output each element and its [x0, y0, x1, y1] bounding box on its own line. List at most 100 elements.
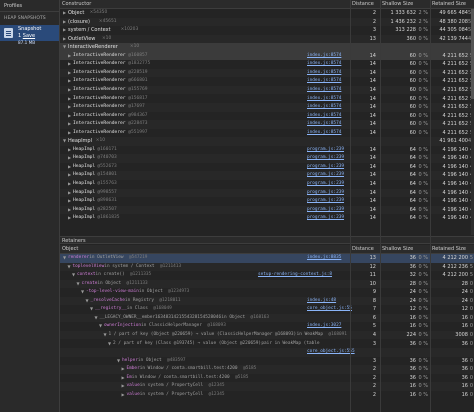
table-row[interactable]: ▶ HeapImpl @160171 program.js:239 14 64 0 % 4 1… — [60, 146, 474, 155]
source-link[interactable]: index.js:8574 — [307, 60, 341, 69]
retainer-row[interactable]: ▼ renderer in OutletView @547219 index.js:… — [60, 254, 474, 263]
source-link[interactable]: index.js:8574 — [307, 129, 341, 138]
table-row[interactable]: ▶ HeapImpl @1861835 program.js:239 14 64 0 % 4 … — [60, 214, 474, 223]
expand-triangle-icon[interactable]: ▶ — [68, 52, 71, 61]
table-row[interactable]: ▶Object×5435021 333 6322 %49 665 48457 — [60, 9, 474, 18]
retainer-row[interactable]: ▼ create in Object @1211133 10 28 0 % 28 0 — [60, 279, 474, 289]
col-constructor[interactable]: Constructor — [62, 0, 91, 9]
retainer-row[interactable]: ▶ value in system / PropertyCell @12345 2 1… — [60, 382, 474, 391]
table-row[interactable]: ▶ HeapImpl @898631 program.js:239 14 64 0 % 4 1… — [60, 197, 474, 206]
retainer-source-link[interactable]: core_object.js:55 — [307, 305, 352, 314]
source-link[interactable]: index.js:8574 — [307, 103, 341, 112]
retainer-row[interactable]: ▼ helper in Object @483597 3 36 0 % 36 0 — [60, 357, 474, 366]
table-row[interactable]: ▶ InteractiveRenderer @155769 index.js:8574… — [60, 85, 474, 95]
source-link[interactable]: program.js:239 — [307, 180, 344, 189]
collapse-triangle-icon[interactable]: ▼ — [81, 288, 84, 297]
retainer-source-link[interactable]: setup-rendering-context.js:8 — [258, 271, 332, 280]
col-ret-retained[interactable]: Retained Size — [432, 245, 466, 254]
retainer-row[interactable]: ▼ __LEGACY_OWNER__ember163483142155432815… — [60, 313, 474, 323]
source-link[interactable]: program.js:239 — [307, 154, 344, 163]
table-row[interactable]: ▼ InteractiveRenderer ×10 — [60, 43, 474, 52]
expand-triangle-icon[interactable]: ▶ — [63, 18, 66, 27]
collapse-triangle-icon[interactable]: ▼ — [117, 357, 120, 366]
table-row[interactable]: ▶ HeapImpl @552673 program.js:239 14 64 0 % 4 1… — [60, 163, 474, 172]
table-row[interactable]: ▶ HeapImpl @740703 program.js:239 14 64 0 % 4 1… — [60, 154, 474, 163]
snapshot-item[interactable]: Snapshot 1 Save 87.1 MB — [0, 25, 59, 45]
expand-triangle-icon[interactable]: ▶ — [68, 197, 71, 206]
collapse-triangle-icon[interactable]: ▼ — [90, 305, 93, 314]
table-row[interactable]: ▶ HeapImpl @154801 program.js:239 14 64 0 % 4 1… — [60, 171, 474, 180]
table-row[interactable]: ▶ HeapImpl @998557 program.js:239 14 64 0 % 4 1… — [60, 188, 474, 198]
table-row[interactable]: ▶ InteractiveRenderer @551997 index.js:8574… — [60, 129, 474, 138]
table-row[interactable]: ▶ InteractiveRenderer @666801 index.js:8574… — [60, 77, 474, 86]
table-row[interactable]: ▶(closure)×4565121 436 2322 %48 380 2085… — [60, 17, 474, 27]
retainer-row[interactable]: ▼ _resolveCache in Registry @1218011 index… — [60, 296, 474, 306]
collapse-triangle-icon[interactable]: ▼ — [99, 322, 102, 331]
retainer-source-link[interactable]: index.js:3027 — [307, 322, 341, 331]
table-row[interactable]: ▶ system / Context ×10203 3 313 228 0 % 44 305… — [60, 26, 474, 35]
retainer-row[interactable]: ▶ value in system / PropertyCell @12345 2 1… — [60, 391, 474, 400]
expand-triangle-icon[interactable]: ▶ — [68, 163, 71, 172]
expand-triangle-icon[interactable]: ▶ — [68, 86, 71, 95]
expand-triangle-icon[interactable]: ▶ — [68, 112, 71, 121]
expand-triangle-icon[interactable]: ▶ — [68, 189, 71, 198]
expand-triangle-icon[interactable]: ▶ — [68, 171, 71, 180]
table-row[interactable]: ▶ InteractiveRenderer @1832775 index.js:857… — [60, 60, 474, 69]
table-row[interactable]: ▶ InteractiveRenderer @228519 index.js:8574… — [60, 68, 474, 78]
retainer-row[interactable]: ▼ -top-level-view-main in Object @1234973… — [60, 288, 474, 297]
expand-triangle-icon[interactable]: ▶ — [68, 95, 71, 104]
expand-triangle-icon[interactable]: ▶ — [63, 35, 66, 44]
table-row[interactable]: ▶ InteractiveRenderer @160857 index.js:8574… — [60, 51, 474, 61]
col-retained[interactable]: Retained Size — [432, 0, 466, 9]
collapse-triangle-icon[interactable]: ▼ — [108, 340, 111, 349]
table-row[interactable]: ▶ InteractiveRenderer @156817 index.js:8574… — [60, 95, 474, 104]
collapse-triangle-icon[interactable]: ▼ — [72, 271, 75, 280]
source-link[interactable]: index.js:8574 — [307, 120, 341, 129]
expand-triangle-icon[interactable]: ▶ — [68, 60, 71, 69]
collapse-triangle-icon[interactable]: ▼ — [95, 314, 98, 323]
collapse-triangle-icon[interactable]: ▼ — [63, 137, 66, 146]
source-link[interactable]: program.js:239 — [307, 189, 344, 198]
table-row[interactable]: ▶ InteractiveRenderer @228473 index.js:8574… — [60, 120, 474, 129]
expand-triangle-icon[interactable]: ▶ — [63, 9, 66, 18]
expand-triangle-icon[interactable]: ▶ — [63, 26, 66, 35]
source-link[interactable]: program.js:239 — [307, 171, 344, 180]
retainer-row[interactable]: ▼ toplevelView in system / Context @12114… — [60, 262, 474, 272]
col-ret-shallow[interactable]: Shallow Size — [382, 245, 413, 254]
source-link[interactable]: index.js:8574 — [307, 52, 341, 61]
table-row[interactable]: ▼HeapImpl×1041 961 40047 — [60, 137, 474, 146]
source-link[interactable]: program.js:239 — [307, 146, 344, 155]
expand-triangle-icon[interactable]: ▶ — [68, 129, 71, 138]
retainer-row[interactable]: ▼ 1 / part of key (Object @220659) → valu… — [60, 330, 474, 340]
retainer-row[interactable]: ▶ Em in Window / conta.smartbill.test:420… — [60, 374, 474, 383]
collapse-triangle-icon[interactable]: ▼ — [77, 280, 80, 289]
expand-triangle-icon[interactable]: ▶ — [68, 206, 71, 215]
retainer-row[interactable]: core_object.js:555 — [60, 348, 474, 357]
retainer-source-link[interactable]: core_object.js:555 — [307, 348, 355, 357]
retainer-row[interactable]: ▼ ownerInjection in ClassicHelperManager … — [60, 322, 474, 331]
collapse-triangle-icon[interactable]: ▼ — [63, 254, 66, 263]
expand-triangle-icon[interactable]: ▶ — [122, 365, 125, 374]
expand-triangle-icon[interactable]: ▶ — [122, 391, 125, 400]
collapse-triangle-icon[interactable]: ▼ — [86, 297, 89, 306]
expand-triangle-icon[interactable]: ▶ — [122, 382, 125, 391]
expand-triangle-icon[interactable]: ▶ — [68, 120, 71, 129]
expand-triangle-icon[interactable]: ▶ — [68, 103, 71, 112]
expand-triangle-icon[interactable]: ▶ — [68, 77, 71, 86]
retainer-source-link[interactable]: index.js:8835 — [307, 254, 341, 263]
source-link[interactable]: index.js:8574 — [307, 112, 341, 121]
col-distance[interactable]: Distance — [352, 0, 374, 9]
retainer-row[interactable]: ▶ Ember in Window / conta.smartbill.test:… — [60, 365, 474, 374]
expand-triangle-icon[interactable]: ▶ — [68, 180, 71, 189]
source-link[interactable]: program.js:239 — [307, 197, 344, 206]
col-object[interactable]: Object — [62, 245, 78, 254]
retainer-source-link[interactable]: index.js:48 — [307, 297, 336, 306]
source-link[interactable]: program.js:239 — [307, 163, 344, 172]
table-row[interactable]: ▶ InteractiveRenderer @984367 index.js:8574… — [60, 112, 474, 121]
retainer-row[interactable]: ▼ __registry__ in Class @168049 core_objec… — [60, 305, 474, 314]
col-shallow[interactable]: Shallow Size — [382, 0, 413, 9]
expand-triangle-icon[interactable]: ▶ — [68, 146, 71, 155]
snapshot-save-link[interactable]: Save — [23, 33, 35, 39]
source-link[interactable]: program.js:239 — [307, 206, 344, 215]
expand-triangle-icon[interactable]: ▶ — [68, 154, 71, 163]
